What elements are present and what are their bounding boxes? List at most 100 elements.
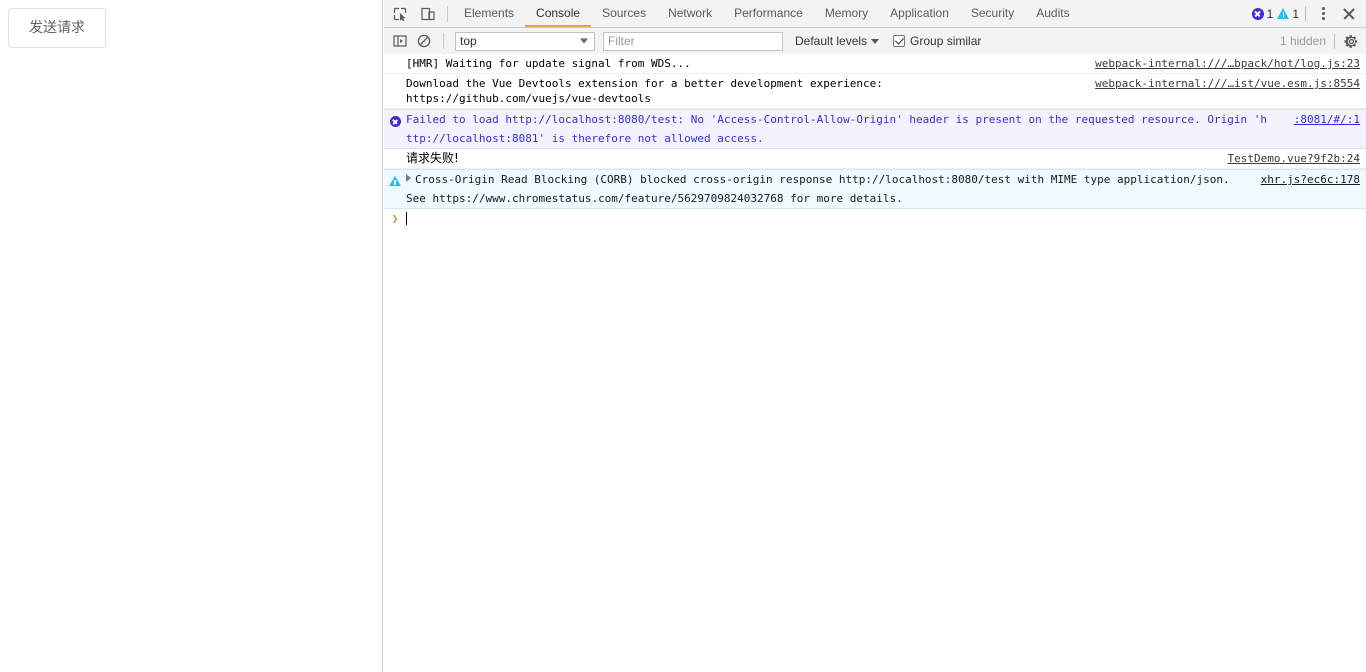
error-resource-link[interactable]: http://localhost:8080/test [505,113,677,126]
error-part-5: ' is therefore not allowed access. [538,132,763,145]
console-message-log[interactable]: Download the Vue Devtools extension for … [384,74,1366,109]
message-gutter [384,172,406,187]
devtools-tab-list: Elements Console Sources Network Perform… [453,0,1081,27]
message-text: 请求失败! [406,151,1220,166]
execution-context-value: top [460,34,477,48]
message-text: Download the Vue Devtools extension for … [406,76,1087,106]
message-text: Cross-Origin Read Blocking (CORB) blocke… [406,172,1253,187]
tab-audits[interactable]: Audits [1025,0,1080,27]
web-page-pane: 发送请求 [0,0,383,672]
tabstrip-right-divider [1305,6,1306,21]
error-origin-link[interactable]: ttp://localhost:8081 [406,132,538,145]
console-message-warning-continued[interactable]: See https://www.chromestatus.com/feature… [384,189,1366,209]
message-text: Failed to load http://localhost:8080/tes… [406,112,1286,127]
console-filter-input[interactable] [603,32,783,51]
group-similar-checkbox[interactable] [893,35,905,47]
send-request-button[interactable]: 发送请求 [8,8,106,48]
tab-console[interactable]: Console [525,0,591,27]
error-circle-icon [1252,8,1264,20]
error-count[interactable]: 1 [1252,7,1274,21]
message-text: See https://www.chromestatus.com/feature… [406,191,1366,206]
screenshot-root: 发送请求 php 中文网 [0,0,1366,672]
message-line-1: Download the Vue Devtools extension for … [406,77,883,90]
console-message-warning[interactable]: Cross-Origin Read Blocking (CORB) blocke… [384,169,1366,190]
console-sidebar-toggle-icon[interactable] [390,31,410,51]
error-part-2: : No 'Access-Control-Allow-Origin' heade… [678,113,1261,126]
console-message-error-continued[interactable]: ttp://localhost:8081' is therefore not a… [384,129,1366,149]
clear-console-icon[interactable] [414,31,434,51]
gear-icon[interactable] [1342,32,1360,50]
warn-part-4: for more details. [784,192,903,205]
message-source[interactable]: xhr.js?ec6c:178 [1253,172,1366,187]
message-source[interactable]: webpack-internal:///…ist/vue.esm.js:8554 [1087,76,1366,106]
devtools-panel: Elements Console Sources Network Perform… [384,0,1366,672]
source-link[interactable]: xhr.js?ec6c:178 [1261,173,1360,186]
error-circle-icon [390,116,401,127]
message-gutter [384,131,406,146]
issue-counts[interactable]: 1 1 [1252,7,1299,21]
chevron-down-icon [871,39,879,44]
group-similar-label: Group similar [910,34,981,48]
warn-part-2: with MIME type application/json. [1011,173,1230,186]
log-levels-dropdown[interactable]: Default levels [795,34,879,48]
chevron-down-icon [580,39,588,44]
console-prompt-input[interactable] [406,212,1366,226]
message-text: [HMR] Waiting for update signal from WDS… [406,56,1087,71]
execution-context-select[interactable]: top [455,32,595,51]
message-gutter [384,56,406,71]
warning-triangle-icon [1277,8,1289,19]
message-source[interactable]: webpack-internal:///…bpack/hot/log.js:23 [1087,56,1366,71]
error-count-value: 1 [1267,7,1274,21]
warning-count-value: 1 [1292,7,1299,21]
prompt-arrow-icon: ❯ [384,212,406,226]
chromestatus-link[interactable]: https://www.chromestatus.com/feature/562… [433,192,784,205]
vue-devtools-link[interactable]: https://github.com/vuejs/vue-devtools [406,92,651,105]
message-gutter [384,151,406,166]
close-devtools-icon[interactable] [1338,4,1360,24]
message-source[interactable]: :8081/#/:1 [1286,112,1366,127]
expand-arrow-icon[interactable] [406,174,411,182]
tab-security[interactable]: Security [960,0,1025,27]
error-part-1: Failed to load [406,113,505,126]
tab-network[interactable]: Network [657,0,723,27]
device-toolbar-icon[interactable] [418,4,438,24]
inspect-element-icon[interactable] [390,4,410,24]
source-link[interactable]: :8081/#/:1 [1294,113,1360,126]
devtools-tabstrip-right: 1 1 [1252,0,1366,27]
warn-resource-link[interactable]: http://localhost:8080/test [839,173,1011,186]
message-source[interactable]: TestDemo.vue?9f2b:24 [1220,151,1366,166]
toolbar-divider [447,6,448,22]
warn-part-3: See [406,192,433,205]
message-gutter [384,76,406,106]
warning-triangle-icon [389,176,401,186]
tab-performance[interactable]: Performance [723,0,814,27]
source-link[interactable]: webpack-internal:///…ist/vue.esm.js:8554 [1095,77,1360,90]
error-origin-link-head[interactable]: h [1260,113,1267,126]
message-gutter [384,191,406,206]
devtools-tool-icons [384,0,442,27]
source-link[interactable]: webpack-internal:///…bpack/hot/log.js:23 [1095,57,1360,70]
source-link[interactable]: TestDemo.vue?9f2b:24 [1228,152,1360,165]
devtools-tabstrip: Elements Console Sources Network Perform… [384,0,1366,28]
group-similar-toggle[interactable]: Group similar [893,34,981,48]
filterbar-divider [443,33,444,49]
console-message-log[interactable]: [HMR] Waiting for update signal from WDS… [384,54,1366,74]
message-text: ttp://localhost:8081' is therefore not a… [406,131,1366,146]
filterbar-right: 1 hidden [1280,32,1360,50]
warn-part-1: Cross-Origin Read Blocking (CORB) blocke… [415,173,839,186]
console-message-error[interactable]: Failed to load http://localhost:8080/tes… [384,109,1366,130]
warning-count[interactable]: 1 [1277,7,1299,21]
tab-memory[interactable]: Memory [814,0,879,27]
filterbar-right-divider [1334,34,1335,49]
console-filter-bar: top Default levels Group similar 1 hidde… [384,28,1366,55]
hidden-messages-count: 1 hidden [1280,34,1334,48]
tab-sources[interactable]: Sources [591,0,657,27]
tab-application[interactable]: Application [879,0,960,27]
console-message-list[interactable]: [HMR] Waiting for update signal from WDS… [384,54,1366,672]
tab-elements[interactable]: Elements [453,0,525,27]
log-levels-label: Default levels [795,34,867,48]
more-options-icon[interactable] [1314,4,1332,24]
console-prompt-row[interactable]: ❯ [384,209,1366,228]
message-gutter [384,112,406,127]
console-message-log[interactable]: 请求失败! TestDemo.vue?9f2b:24 [384,149,1366,169]
